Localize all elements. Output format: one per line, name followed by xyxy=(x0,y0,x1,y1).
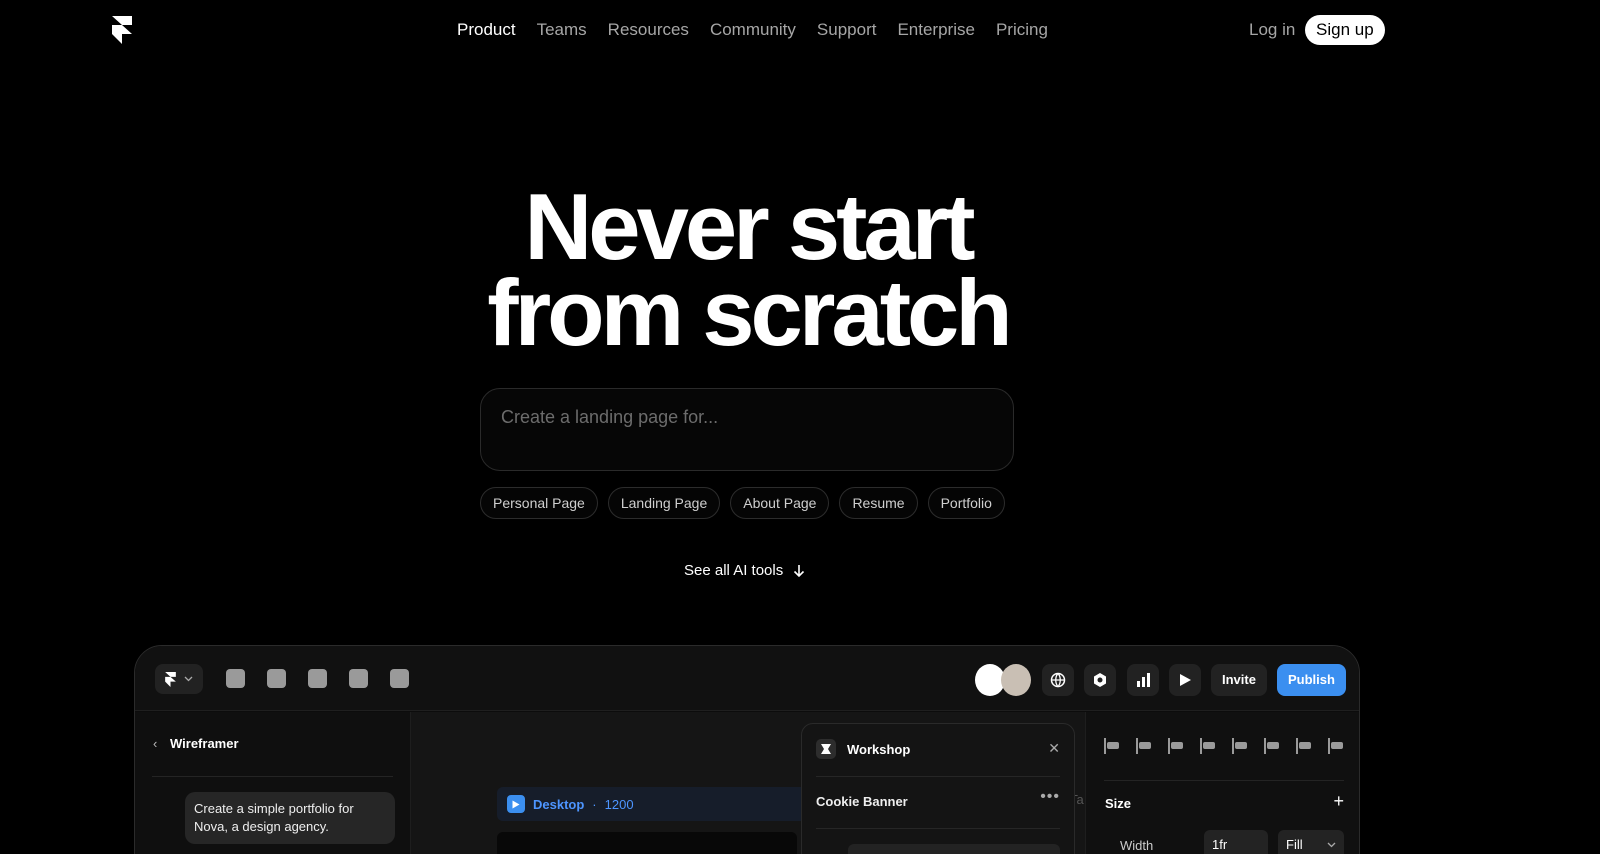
align-middle-icon[interactable] xyxy=(1232,738,1251,754)
breakpoint-bar[interactable]: Desktop · 1200 xyxy=(497,787,837,821)
align-bottom-icon[interactable] xyxy=(1264,738,1283,754)
nav-link-enterprise[interactable]: Enterprise xyxy=(897,19,974,41)
chip-landing-page[interactable]: Landing Page xyxy=(607,487,721,519)
framer-logo-icon xyxy=(165,672,176,687)
prompt-input[interactable] xyxy=(501,407,991,428)
top-nav: Product Teams Resources Community Suppor… xyxy=(0,0,1600,58)
distribute-horizontal-icon[interactable] xyxy=(1296,738,1315,754)
login-link[interactable]: Log in xyxy=(1249,19,1295,41)
suggestion-chips: Personal Page Landing Page About Page Re… xyxy=(480,487,1005,519)
signup-button[interactable]: Sign up xyxy=(1305,15,1385,45)
nav-link-resources[interactable]: Resources xyxy=(608,19,689,41)
vector-icon[interactable] xyxy=(349,669,368,688)
divider xyxy=(816,776,1060,777)
editor-preview: Invite Publish ‹ Wireframer Create a sim… xyxy=(134,645,1360,854)
chevron-down-icon xyxy=(184,676,193,682)
breakpoint-separator: · xyxy=(592,796,597,812)
breakpoint-width: 1200 xyxy=(604,796,634,812)
framer-logo-icon[interactable] xyxy=(112,16,132,44)
chat-message: Create a simple portfolio for Nova, a de… xyxy=(185,792,395,844)
more-options-icon[interactable]: ••• xyxy=(1040,788,1060,806)
workshop-item-cookie-banner[interactable]: Cookie Banner xyxy=(816,794,908,809)
nav-link-support[interactable]: Support xyxy=(817,19,877,41)
layout-icon[interactable] xyxy=(267,669,286,688)
desktop-frame[interactable] xyxy=(497,832,797,854)
avatar[interactable] xyxy=(1001,664,1031,696)
fill-select[interactable]: Fill xyxy=(1278,830,1344,854)
breakpoint-name: Desktop xyxy=(533,796,585,812)
chip-about-page[interactable]: About Page xyxy=(730,487,830,519)
arrow-down-icon xyxy=(794,564,805,577)
project-menu-button[interactable] xyxy=(155,664,203,694)
nav-link-community[interactable]: Community xyxy=(710,19,796,41)
nav-link-teams[interactable]: Teams xyxy=(537,19,587,41)
chip-portfolio[interactable]: Portfolio xyxy=(927,487,1005,519)
nav-links: Product Teams Resources Community Suppor… xyxy=(457,19,1069,41)
width-label: Width xyxy=(1120,838,1154,853)
insert-icon[interactable] xyxy=(226,669,245,688)
align-top-icon[interactable] xyxy=(1200,738,1219,754)
prompt-box[interactable] xyxy=(480,388,1014,471)
divider xyxy=(152,776,393,777)
invite-button[interactable]: Invite xyxy=(1211,664,1267,696)
align-left-icon[interactable] xyxy=(1104,738,1123,754)
hero-title: Never start from scratch xyxy=(0,174,1496,365)
align-center-icon[interactable] xyxy=(1136,738,1155,754)
hero-title-line-2: from scratch xyxy=(487,260,1012,365)
chevron-down-icon xyxy=(1327,842,1336,848)
analytics-icon[interactable] xyxy=(1127,664,1159,696)
wireframer-panel: ‹ Wireframer Create a simple portfolio f… xyxy=(135,712,411,854)
divider xyxy=(816,828,1060,829)
distribute-vertical-icon[interactable] xyxy=(1328,738,1347,754)
workshop-field[interactable] xyxy=(848,844,1060,854)
wireframer-title: Wireframer xyxy=(170,736,239,751)
workshop-header: Workshop xyxy=(816,739,910,759)
chip-resume[interactable]: Resume xyxy=(839,487,918,519)
see-all-ai-tools-link[interactable]: See all AI tools xyxy=(684,562,805,579)
globe-icon[interactable] xyxy=(1042,664,1074,696)
play-icon[interactable] xyxy=(507,795,525,813)
preview-icon[interactable] xyxy=(1169,664,1201,696)
plus-icon[interactable]: + xyxy=(1333,791,1344,812)
settings-icon[interactable] xyxy=(1084,664,1116,696)
see-all-label: See all AI tools xyxy=(684,562,784,579)
workshop-panel: Workshop ✕ Cookie Banner ••• xyxy=(801,723,1075,854)
workshop-title: Workshop xyxy=(847,741,911,757)
workshop-icon xyxy=(816,739,836,759)
hero-title-line-1: Never start xyxy=(524,174,975,279)
fill-select-value: Fill xyxy=(1286,837,1303,852)
nav-link-product[interactable]: Product xyxy=(457,19,516,41)
back-chevron-icon[interactable]: ‹ xyxy=(153,736,157,751)
close-icon[interactable]: ✕ xyxy=(1048,740,1060,757)
properties-panel: Size + Width 1fr Fill xyxy=(1085,712,1359,854)
chip-personal-page[interactable]: Personal Page xyxy=(480,487,598,519)
editor-toolbar: Invite Publish xyxy=(135,646,1359,711)
alignment-toolbar xyxy=(1104,738,1347,754)
divider xyxy=(1104,780,1344,781)
align-right-icon[interactable] xyxy=(1168,738,1187,754)
nav-link-pricing[interactable]: Pricing xyxy=(996,19,1048,41)
width-input[interactable]: 1fr xyxy=(1204,830,1268,854)
publish-button[interactable]: Publish xyxy=(1277,664,1346,696)
size-section-label: Size xyxy=(1105,796,1132,811)
collaborator-avatars xyxy=(975,664,1031,696)
text-icon[interactable] xyxy=(308,669,327,688)
cms-icon[interactable] xyxy=(390,669,409,688)
